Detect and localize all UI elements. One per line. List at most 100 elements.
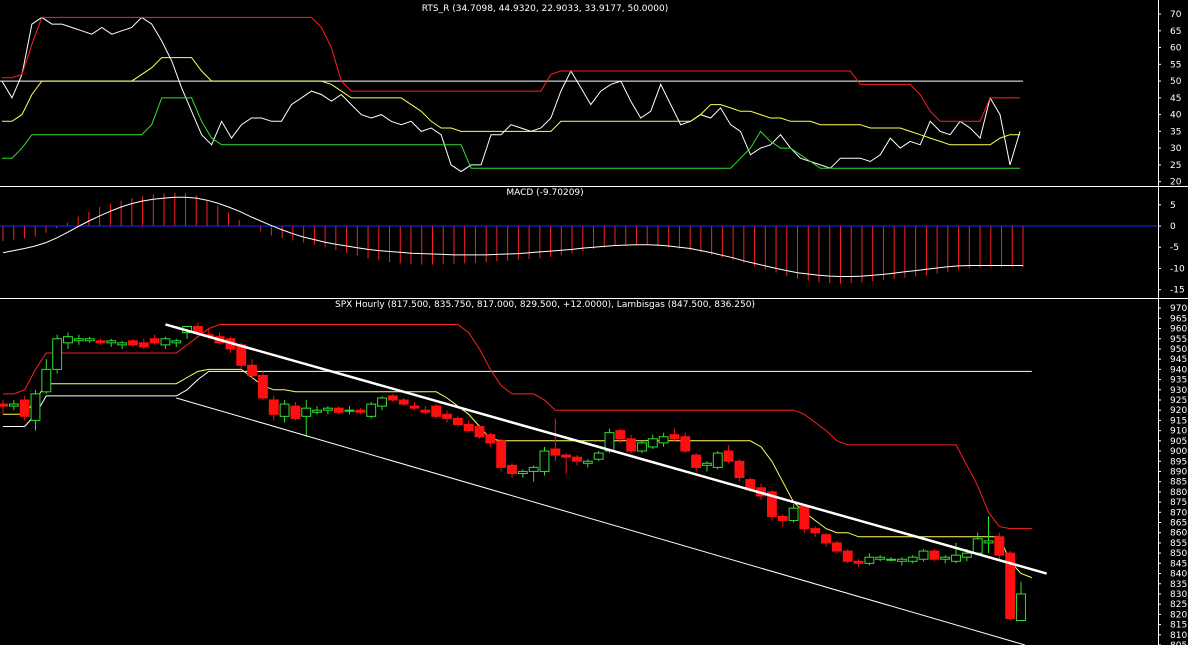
spx-tick-label: 915 — [1170, 416, 1187, 426]
spx-tick-label: 935 — [1170, 376, 1187, 386]
candle-body-down — [247, 364, 258, 376]
candle-body-up — [896, 558, 907, 562]
candle-body-up — [864, 556, 875, 564]
candle-body-up — [940, 556, 951, 560]
spx-tick-label: 825 — [1170, 600, 1187, 610]
candle-body-down — [831, 542, 842, 552]
rts-tick-label: 30 — [1170, 144, 1182, 154]
candle-body-up — [366, 403, 377, 417]
spx-tick-label: 930 — [1170, 386, 1187, 396]
rts-tick-label: 35 — [1170, 127, 1181, 137]
candle-body-down — [507, 464, 517, 475]
spx-tick-label: 855 — [1170, 539, 1187, 549]
rts-tick-label: 65 — [1170, 27, 1181, 37]
candle-body-up — [117, 342, 128, 346]
candle-body-down — [463, 424, 474, 432]
candle-body-down — [734, 460, 745, 479]
candle-body-down — [19, 399, 30, 417]
candle-body-up — [701, 462, 712, 466]
macd-tick-label: 5 — [1170, 201, 1176, 211]
spx-tick-label: 895 — [1170, 457, 1187, 467]
candle-body-up — [582, 460, 593, 464]
candle-body-down — [95, 340, 106, 344]
candle-body-up — [1016, 593, 1026, 621]
spx-tick-label: 925 — [1170, 396, 1187, 406]
spx-tick-label: 910 — [1170, 427, 1187, 437]
candle-body-up — [171, 340, 182, 344]
candle-body-down — [128, 340, 138, 346]
spx-tick-label: 885 — [1170, 478, 1187, 488]
rts-tick-label: 25 — [1170, 161, 1181, 171]
candle-body-up — [788, 507, 799, 521]
spx-tick-label: 940 — [1170, 365, 1187, 375]
candle-body-down — [929, 550, 940, 560]
rts-tick-label: 50 — [1170, 77, 1182, 87]
candle-body-down — [333, 407, 344, 413]
spx-tick-label: 820 — [1170, 610, 1187, 620]
candle-body-up — [647, 438, 658, 448]
candle-body-down — [680, 436, 691, 452]
candle-body-down — [398, 399, 409, 405]
candle-body-up — [539, 450, 550, 472]
spx-tick-label: 850 — [1170, 549, 1187, 559]
candle-body-down — [257, 375, 268, 399]
spx-tick-label: 880 — [1170, 488, 1187, 498]
candle-body-down — [452, 417, 463, 425]
candle-body-up — [73, 338, 84, 342]
spx-tick-label: 950 — [1170, 345, 1187, 355]
spx-tick-label: 860 — [1170, 529, 1187, 539]
candle-body-up — [712, 452, 723, 468]
candle-body-up — [106, 340, 117, 344]
spx-tick-label: 845 — [1170, 559, 1187, 569]
candle-body-down — [290, 405, 301, 419]
spx-tick-label: 945 — [1170, 355, 1187, 365]
candle-body-down — [615, 430, 626, 440]
candle-body-up — [983, 540, 994, 544]
candle-body-down — [853, 560, 864, 564]
candle-body-up — [279, 403, 290, 417]
candle-body-down — [799, 505, 810, 530]
macd-tick-label: -15 — [1170, 286, 1185, 296]
spx-tick-label: 810 — [1170, 631, 1187, 641]
candle-body-up — [907, 556, 918, 562]
spx-tick-label: 965 — [1170, 314, 1187, 324]
candle-body-up — [312, 409, 323, 413]
macd-tick-label: 0 — [1170, 222, 1176, 232]
candle-body-down — [691, 454, 702, 468]
candle-body-down — [572, 456, 582, 462]
candle-body-down — [420, 409, 431, 413]
candle-body-down — [821, 534, 832, 544]
candle-body-up — [961, 552, 972, 558]
candle-body-down — [0, 403, 8, 407]
candle-body-up — [972, 538, 983, 554]
candle-body-down — [723, 450, 734, 462]
spx-tick-label: 875 — [1170, 498, 1187, 508]
candle-body-down — [138, 342, 149, 348]
chart-canvas: RTS_R (34.7098, 44.9320, 22.9033, 33.917… — [0, 0, 1188, 645]
candle-body-up — [63, 336, 73, 344]
spx-tick-label: 835 — [1170, 580, 1187, 590]
spx-tick-label: 840 — [1170, 570, 1187, 580]
spx-tick-label: 920 — [1170, 406, 1187, 416]
rts-tick-label: 40 — [1170, 111, 1182, 121]
candle-body-up — [951, 554, 961, 562]
rts-tick-label: 70 — [1170, 10, 1182, 20]
candle-body-up — [517, 470, 528, 475]
candle-body-up — [918, 550, 929, 560]
candle-body-up — [528, 466, 539, 472]
rts-tick-label: 60 — [1170, 44, 1182, 54]
candle-body-down — [474, 426, 485, 438]
candle-body-down — [355, 409, 366, 413]
candle-body-down — [387, 395, 398, 401]
spx-tick-label: 955 — [1170, 335, 1187, 345]
candle-body-down — [496, 440, 507, 468]
candle-body-up — [160, 338, 171, 346]
candle-body-down — [442, 413, 452, 419]
candle-body-down — [561, 454, 572, 458]
candle-body-down — [409, 405, 420, 409]
macd-tick-label: -5 — [1170, 243, 1179, 253]
candle-body-down — [626, 438, 637, 452]
candle-body-up — [344, 409, 355, 412]
spx-tick-label: 900 — [1170, 447, 1187, 457]
spx-tick-label: 870 — [1170, 508, 1187, 518]
